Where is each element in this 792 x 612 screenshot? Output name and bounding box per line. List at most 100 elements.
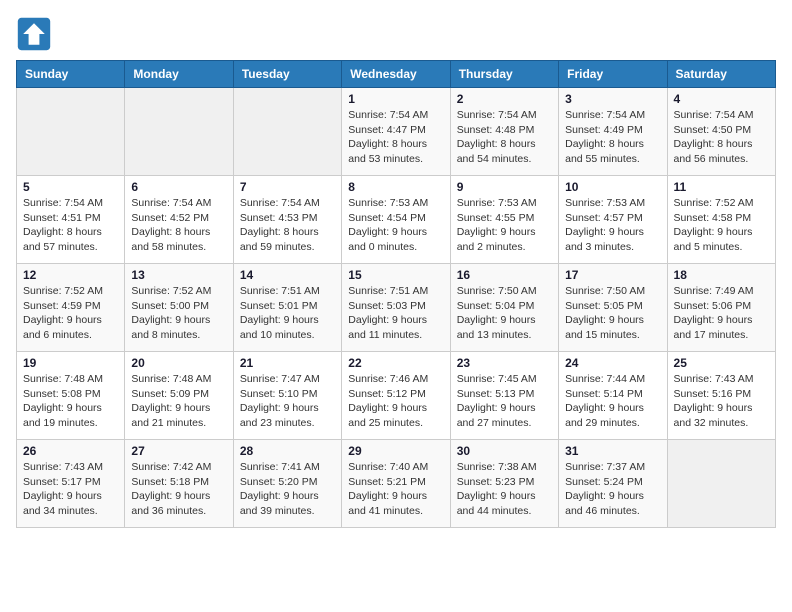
day-number: 6 bbox=[131, 180, 226, 194]
day-number: 13 bbox=[131, 268, 226, 282]
day-info: Sunrise: 7:51 AM Sunset: 5:01 PM Dayligh… bbox=[240, 284, 335, 343]
day-cell bbox=[667, 440, 775, 528]
day-number: 25 bbox=[674, 356, 769, 370]
day-cell: 3 Sunrise: 7:54 AM Sunset: 4:49 PM Daylig… bbox=[559, 88, 667, 176]
day-info: Sunrise: 7:43 AM Sunset: 5:17 PM Dayligh… bbox=[23, 460, 118, 519]
day-cell: 17 Sunrise: 7:50 AM Sunset: 5:05 PM Dayli… bbox=[559, 264, 667, 352]
day-cell bbox=[17, 88, 125, 176]
day-number: 10 bbox=[565, 180, 660, 194]
day-number: 27 bbox=[131, 444, 226, 458]
day-cell bbox=[125, 88, 233, 176]
day-info: Sunrise: 7:54 AM Sunset: 4:52 PM Dayligh… bbox=[131, 196, 226, 255]
day-cell: 8 Sunrise: 7:53 AM Sunset: 4:54 PM Daylig… bbox=[342, 176, 450, 264]
header bbox=[16, 16, 776, 52]
day-headers: SundayMondayTuesdayWednesdayThursdayFrid… bbox=[17, 61, 776, 88]
day-number: 9 bbox=[457, 180, 552, 194]
week-row-4: 19 Sunrise: 7:48 AM Sunset: 5:08 PM Dayli… bbox=[17, 352, 776, 440]
day-cell: 23 Sunrise: 7:45 AM Sunset: 5:13 PM Dayli… bbox=[450, 352, 558, 440]
day-info: Sunrise: 7:46 AM Sunset: 5:12 PM Dayligh… bbox=[348, 372, 443, 431]
week-row-3: 12Sunrise: 7:52 AM Sunset: 4:59 PM Dayli… bbox=[17, 264, 776, 352]
day-info: Sunrise: 7:50 AM Sunset: 5:05 PM Dayligh… bbox=[565, 284, 660, 343]
day-header-wednesday: Wednesday bbox=[342, 61, 450, 88]
day-cell: 30 Sunrise: 7:38 AM Sunset: 5:23 PM Dayli… bbox=[450, 440, 558, 528]
day-header-tuesday: Tuesday bbox=[233, 61, 341, 88]
day-header-sunday: Sunday bbox=[17, 61, 125, 88]
day-number: 7 bbox=[240, 180, 335, 194]
week-row-1: 1 Sunrise: 7:54 AM Sunset: 4:47 PM Daylig… bbox=[17, 88, 776, 176]
day-number: 22 bbox=[348, 356, 443, 370]
day-number: 19 bbox=[23, 356, 118, 370]
calendar-table: SundayMondayTuesdayWednesdayThursdayFrid… bbox=[16, 60, 776, 528]
day-info: Sunrise: 7:47 AM Sunset: 5:10 PM Dayligh… bbox=[240, 372, 335, 431]
day-cell: 12Sunrise: 7:52 AM Sunset: 4:59 PM Dayli… bbox=[17, 264, 125, 352]
day-info: Sunrise: 7:48 AM Sunset: 5:08 PM Dayligh… bbox=[23, 372, 118, 431]
day-info: Sunrise: 7:43 AM Sunset: 5:16 PM Dayligh… bbox=[674, 372, 769, 431]
logo bbox=[16, 16, 56, 52]
day-info: Sunrise: 7:42 AM Sunset: 5:18 PM Dayligh… bbox=[131, 460, 226, 519]
day-number: 20 bbox=[131, 356, 226, 370]
day-info: Sunrise: 7:53 AM Sunset: 4:57 PM Dayligh… bbox=[565, 196, 660, 255]
day-info: Sunrise: 7:53 AM Sunset: 4:54 PM Dayligh… bbox=[348, 196, 443, 255]
day-cell: 26Sunrise: 7:43 AM Sunset: 5:17 PM Dayli… bbox=[17, 440, 125, 528]
day-info: Sunrise: 7:54 AM Sunset: 4:49 PM Dayligh… bbox=[565, 108, 660, 167]
day-cell: 9Sunrise: 7:53 AM Sunset: 4:55 PM Daylig… bbox=[450, 176, 558, 264]
day-cell: 10 Sunrise: 7:53 AM Sunset: 4:57 PM Dayli… bbox=[559, 176, 667, 264]
day-cell: 19 Sunrise: 7:48 AM Sunset: 5:08 PM Dayli… bbox=[17, 352, 125, 440]
day-cell: 29 Sunrise: 7:40 AM Sunset: 5:21 PM Dayli… bbox=[342, 440, 450, 528]
day-cell: 24 Sunrise: 7:44 AM Sunset: 5:14 PM Dayli… bbox=[559, 352, 667, 440]
day-cell: 4 Sunrise: 7:54 AM Sunset: 4:50 PM Daylig… bbox=[667, 88, 775, 176]
day-number: 8 bbox=[348, 180, 443, 194]
day-info: Sunrise: 7:49 AM Sunset: 5:06 PM Dayligh… bbox=[674, 284, 769, 343]
day-cell bbox=[233, 88, 341, 176]
week-row-5: 26Sunrise: 7:43 AM Sunset: 5:17 PM Dayli… bbox=[17, 440, 776, 528]
day-number: 21 bbox=[240, 356, 335, 370]
day-number: 28 bbox=[240, 444, 335, 458]
day-number: 17 bbox=[565, 268, 660, 282]
day-cell: 20 Sunrise: 7:48 AM Sunset: 5:09 PM Dayli… bbox=[125, 352, 233, 440]
day-cell: 7 Sunrise: 7:54 AM Sunset: 4:53 PM Daylig… bbox=[233, 176, 341, 264]
day-cell: 2 Sunrise: 7:54 AM Sunset: 4:48 PM Daylig… bbox=[450, 88, 558, 176]
day-header-friday: Friday bbox=[559, 61, 667, 88]
day-info: Sunrise: 7:54 AM Sunset: 4:50 PM Dayligh… bbox=[674, 108, 769, 167]
day-cell: 6 Sunrise: 7:54 AM Sunset: 4:52 PM Daylig… bbox=[125, 176, 233, 264]
day-info: Sunrise: 7:52 AM Sunset: 5:00 PM Dayligh… bbox=[131, 284, 226, 343]
day-header-monday: Monday bbox=[125, 61, 233, 88]
day-number: 2 bbox=[457, 92, 552, 106]
day-number: 15 bbox=[348, 268, 443, 282]
day-cell: 18 Sunrise: 7:49 AM Sunset: 5:06 PM Dayli… bbox=[667, 264, 775, 352]
day-cell: 1 Sunrise: 7:54 AM Sunset: 4:47 PM Daylig… bbox=[342, 88, 450, 176]
day-info: Sunrise: 7:44 AM Sunset: 5:14 PM Dayligh… bbox=[565, 372, 660, 431]
day-info: Sunrise: 7:48 AM Sunset: 5:09 PM Dayligh… bbox=[131, 372, 226, 431]
day-number: 16 bbox=[457, 268, 552, 282]
day-number: 18 bbox=[674, 268, 769, 282]
day-number: 4 bbox=[674, 92, 769, 106]
day-cell: 22 Sunrise: 7:46 AM Sunset: 5:12 PM Dayli… bbox=[342, 352, 450, 440]
day-number: 24 bbox=[565, 356, 660, 370]
day-cell: 27 Sunrise: 7:42 AM Sunset: 5:18 PM Dayli… bbox=[125, 440, 233, 528]
day-cell: 21 Sunrise: 7:47 AM Sunset: 5:10 PM Dayli… bbox=[233, 352, 341, 440]
day-number: 3 bbox=[565, 92, 660, 106]
day-cell: 5 Sunrise: 7:54 AM Sunset: 4:51 PM Daylig… bbox=[17, 176, 125, 264]
day-number: 1 bbox=[348, 92, 443, 106]
day-info: Sunrise: 7:41 AM Sunset: 5:20 PM Dayligh… bbox=[240, 460, 335, 519]
week-row-2: 5 Sunrise: 7:54 AM Sunset: 4:51 PM Daylig… bbox=[17, 176, 776, 264]
day-cell: 16Sunrise: 7:50 AM Sunset: 5:04 PM Dayli… bbox=[450, 264, 558, 352]
day-info: Sunrise: 7:54 AM Sunset: 4:51 PM Dayligh… bbox=[23, 196, 118, 255]
day-info: Sunrise: 7:52 AM Sunset: 4:58 PM Dayligh… bbox=[674, 196, 769, 255]
day-info: Sunrise: 7:54 AM Sunset: 4:48 PM Dayligh… bbox=[457, 108, 552, 167]
day-info: Sunrise: 7:54 AM Sunset: 4:53 PM Dayligh… bbox=[240, 196, 335, 255]
day-number: 23 bbox=[457, 356, 552, 370]
day-info: Sunrise: 7:38 AM Sunset: 5:23 PM Dayligh… bbox=[457, 460, 552, 519]
day-number: 29 bbox=[348, 444, 443, 458]
day-cell: 25 Sunrise: 7:43 AM Sunset: 5:16 PM Dayli… bbox=[667, 352, 775, 440]
day-cell: 11Sunrise: 7:52 AM Sunset: 4:58 PM Dayli… bbox=[667, 176, 775, 264]
day-cell: 14Sunrise: 7:51 AM Sunset: 5:01 PM Dayli… bbox=[233, 264, 341, 352]
day-number: 5 bbox=[23, 180, 118, 194]
day-cell: 28 Sunrise: 7:41 AM Sunset: 5:20 PM Dayli… bbox=[233, 440, 341, 528]
day-info: Sunrise: 7:45 AM Sunset: 5:13 PM Dayligh… bbox=[457, 372, 552, 431]
day-header-saturday: Saturday bbox=[667, 61, 775, 88]
day-number: 30 bbox=[457, 444, 552, 458]
day-info: Sunrise: 7:40 AM Sunset: 5:21 PM Dayligh… bbox=[348, 460, 443, 519]
day-info: Sunrise: 7:54 AM Sunset: 4:47 PM Dayligh… bbox=[348, 108, 443, 167]
day-number: 12 bbox=[23, 268, 118, 282]
